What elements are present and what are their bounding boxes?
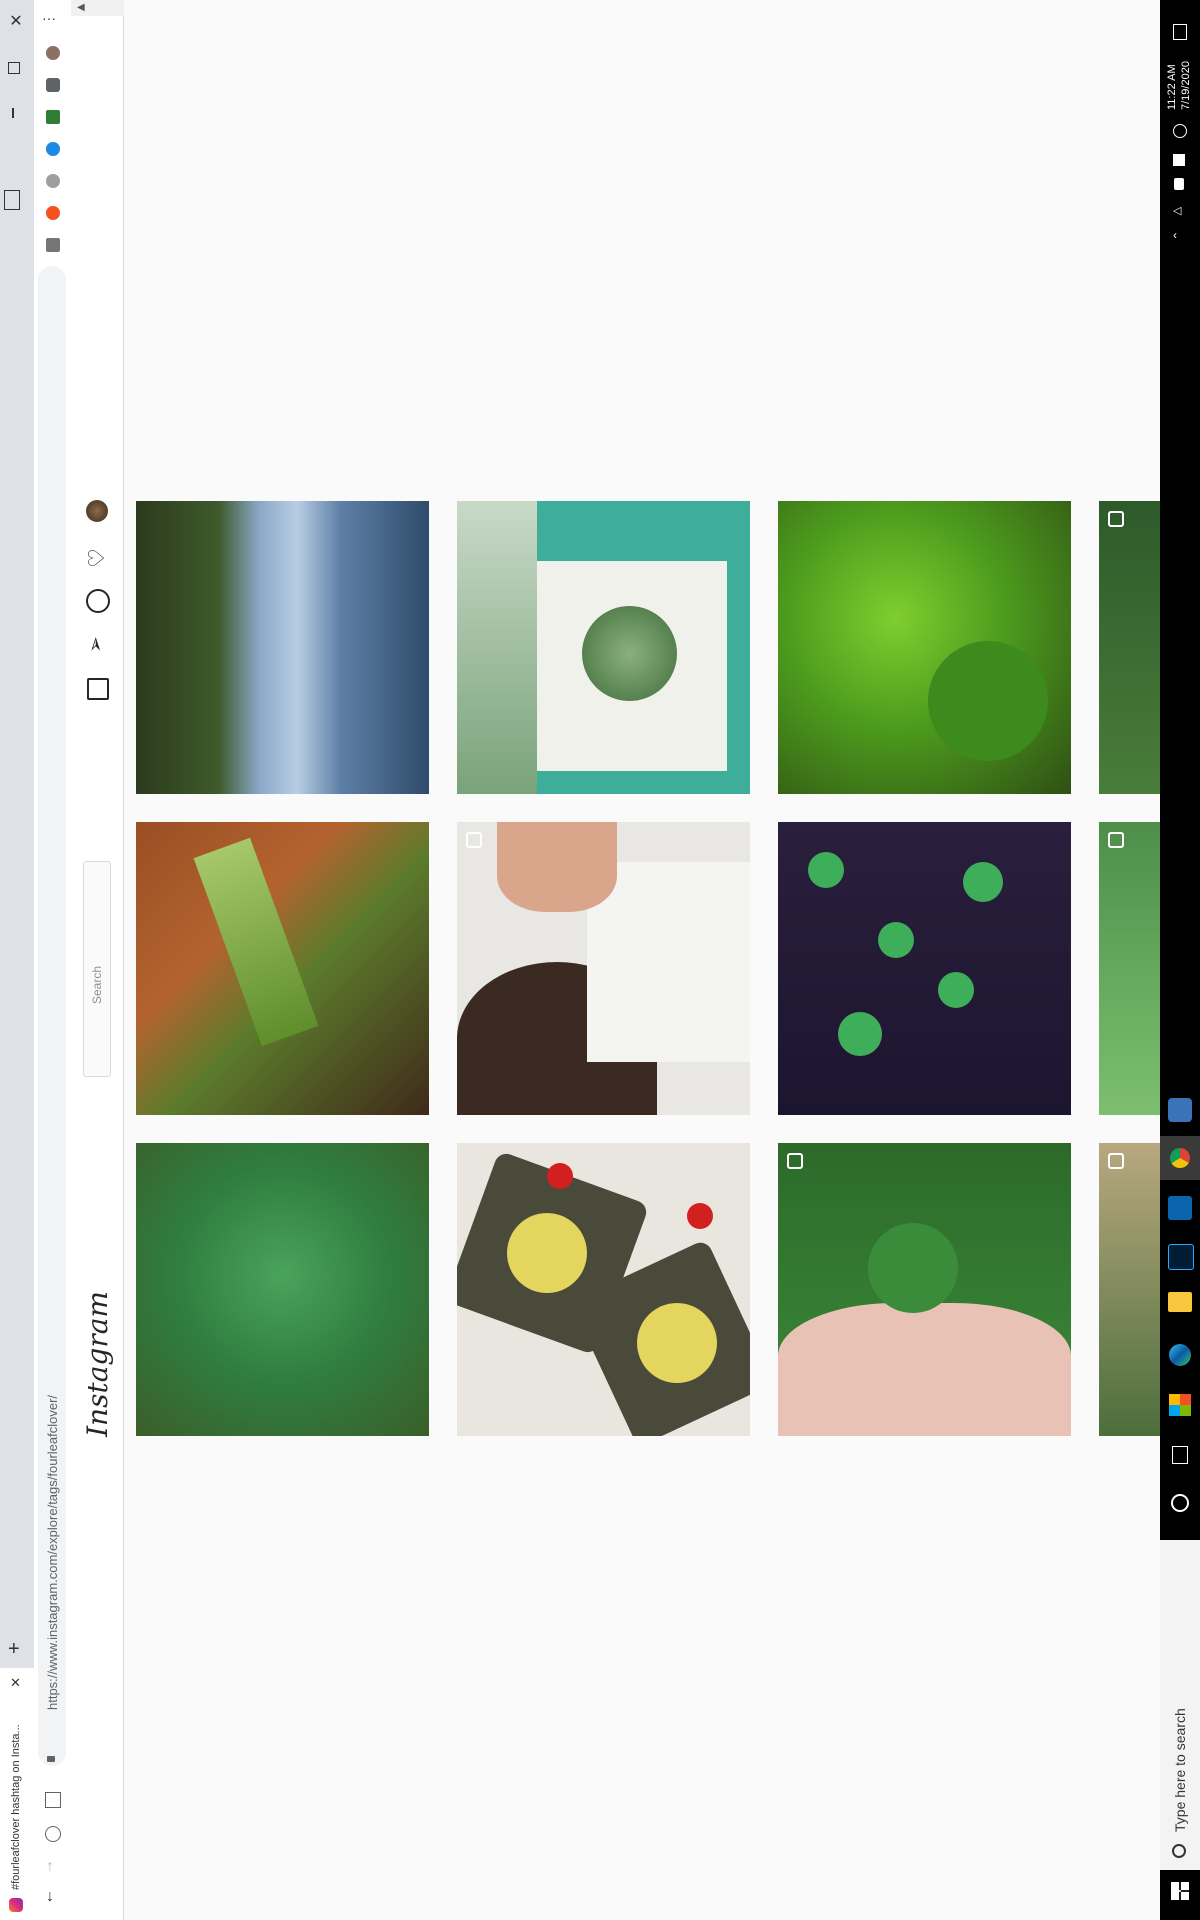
instagram-logo[interactable]: Instagram: [81, 1291, 114, 1437]
task-view-icon[interactable]: [1172, 1446, 1188, 1464]
photoshop-icon[interactable]: [1168, 1244, 1194, 1270]
office-icon[interactable]: [1169, 1394, 1191, 1416]
outlook-icon[interactable]: [1168, 1196, 1192, 1220]
active-tab[interactable]: ✕ #fourleafclover hashtag on Insta...: [0, 1668, 34, 1920]
profile-icon[interactable]: [46, 46, 60, 60]
explore-compass-icon[interactable]: [86, 589, 110, 613]
restore-window-icon[interactable]: [8, 62, 20, 74]
back-icon[interactable]: ↓: [46, 1888, 54, 1906]
extension-blue-icon[interactable]: [46, 142, 60, 156]
tab-close-icon[interactable]: ✕: [10, 1675, 21, 1691]
grid-post[interactable]: [457, 1143, 750, 1436]
extension-monitor-icon[interactable]: [46, 110, 60, 124]
activity-heart-icon[interactable]: ♡: [84, 548, 110, 568]
browser-address-bar: ··· https://www.instagram.com/explore/ta…: [34, 0, 72, 1920]
tab-layout-icon[interactable]: [4, 190, 20, 210]
cortana-icon[interactable]: [1171, 1494, 1189, 1512]
tab-title: #fourleafclover hashtag on Insta...: [10, 1724, 22, 1890]
volume-icon[interactable]: ◁: [1173, 204, 1181, 217]
clock-time[interactable]: 11:22 AM: [1166, 64, 1178, 110]
extensions-icon[interactable]: [46, 78, 60, 92]
taskbar-search-placeholder: Type here to search: [1172, 1708, 1188, 1832]
minimize-window-icon[interactable]: [12, 108, 14, 118]
close-window-icon[interactable]: ✕: [6, 12, 26, 32]
search-placeholder: Search: [90, 965, 104, 1004]
grid-post[interactable]: [1099, 501, 1160, 794]
grid-post[interactable]: [778, 1143, 1071, 1436]
extension-grey-icon[interactable]: [46, 174, 60, 188]
omnibox[interactable]: https://www.instagram.com/explore/tags/f…: [38, 266, 66, 1766]
chrome-icon[interactable]: [1170, 1148, 1190, 1168]
reload-icon[interactable]: [45, 1826, 61, 1842]
windows-start-icon[interactable]: [1171, 1882, 1189, 1900]
extension-g-icon[interactable]: [46, 238, 60, 252]
edge-icon[interactable]: [1169, 1344, 1191, 1366]
clock-date[interactable]: 7/19/2020: [1180, 61, 1192, 110]
grid-post[interactable]: [136, 501, 429, 794]
grid-post[interactable]: [778, 501, 1071, 794]
grid-post[interactable]: [457, 822, 750, 1115]
home-icon[interactable]: [45, 1792, 61, 1808]
grid-post[interactable]: [1099, 1143, 1160, 1436]
instagram-favicon-icon: [9, 1898, 23, 1912]
direct-message-icon[interactable]: ➢: [83, 636, 108, 653]
menu-icon[interactable]: ···: [42, 10, 56, 26]
scroll-left-arrow[interactable]: ◀: [77, 2, 85, 13]
new-tab-button[interactable]: +: [8, 1638, 20, 1661]
multiple-photos-icon: [1108, 1153, 1124, 1169]
extension-orange-icon[interactable]: [46, 206, 60, 220]
browser-tab-strip: ✕ + ✕ #fourleafclover hashtag on Insta..…: [0, 0, 34, 1920]
instagram-nav: ♡ ➢ Search Instagram: [71, 0, 124, 1920]
show-hidden-icons-chevron-icon[interactable]: ‹: [1173, 228, 1177, 242]
grid-post[interactable]: [1099, 822, 1160, 1115]
forward-icon[interactable]: ↑: [46, 1858, 54, 1876]
pen-icon[interactable]: [1173, 124, 1187, 138]
grid-post[interactable]: [136, 1143, 429, 1436]
dropbox-icon[interactable]: [1173, 154, 1185, 166]
windows-taskbar: 11:22 AM 7/19/2020 ◁ ‹ Type here to sear…: [1160, 0, 1200, 1920]
battery-icon[interactable]: [1174, 178, 1184, 190]
pinned-app-icon[interactable]: [1168, 1098, 1192, 1122]
multiple-photos-icon: [1108, 511, 1124, 527]
profile-avatar[interactable]: [86, 500, 108, 522]
grid-post[interactable]: [457, 501, 750, 794]
home-icon[interactable]: [87, 678, 109, 700]
multiple-photos-icon: [466, 832, 482, 848]
grid-post[interactable]: [778, 822, 1071, 1115]
url-text[interactable]: https://www.instagram.com/explore/tags/f…: [45, 1395, 60, 1710]
lock-icon: [47, 1756, 55, 1762]
multiple-photos-icon: [1108, 832, 1124, 848]
taskbar-search-icon: [1172, 1844, 1186, 1858]
multiple-photos-icon: [787, 1153, 803, 1169]
action-center-icon[interactable]: [1173, 24, 1187, 40]
search-box[interactable]: Search: [83, 861, 111, 1077]
grid-post[interactable]: [136, 822, 429, 1115]
taskbar-search-box[interactable]: Type here to search: [1160, 1540, 1200, 1870]
file-explorer-icon[interactable]: [1168, 1292, 1192, 1312]
